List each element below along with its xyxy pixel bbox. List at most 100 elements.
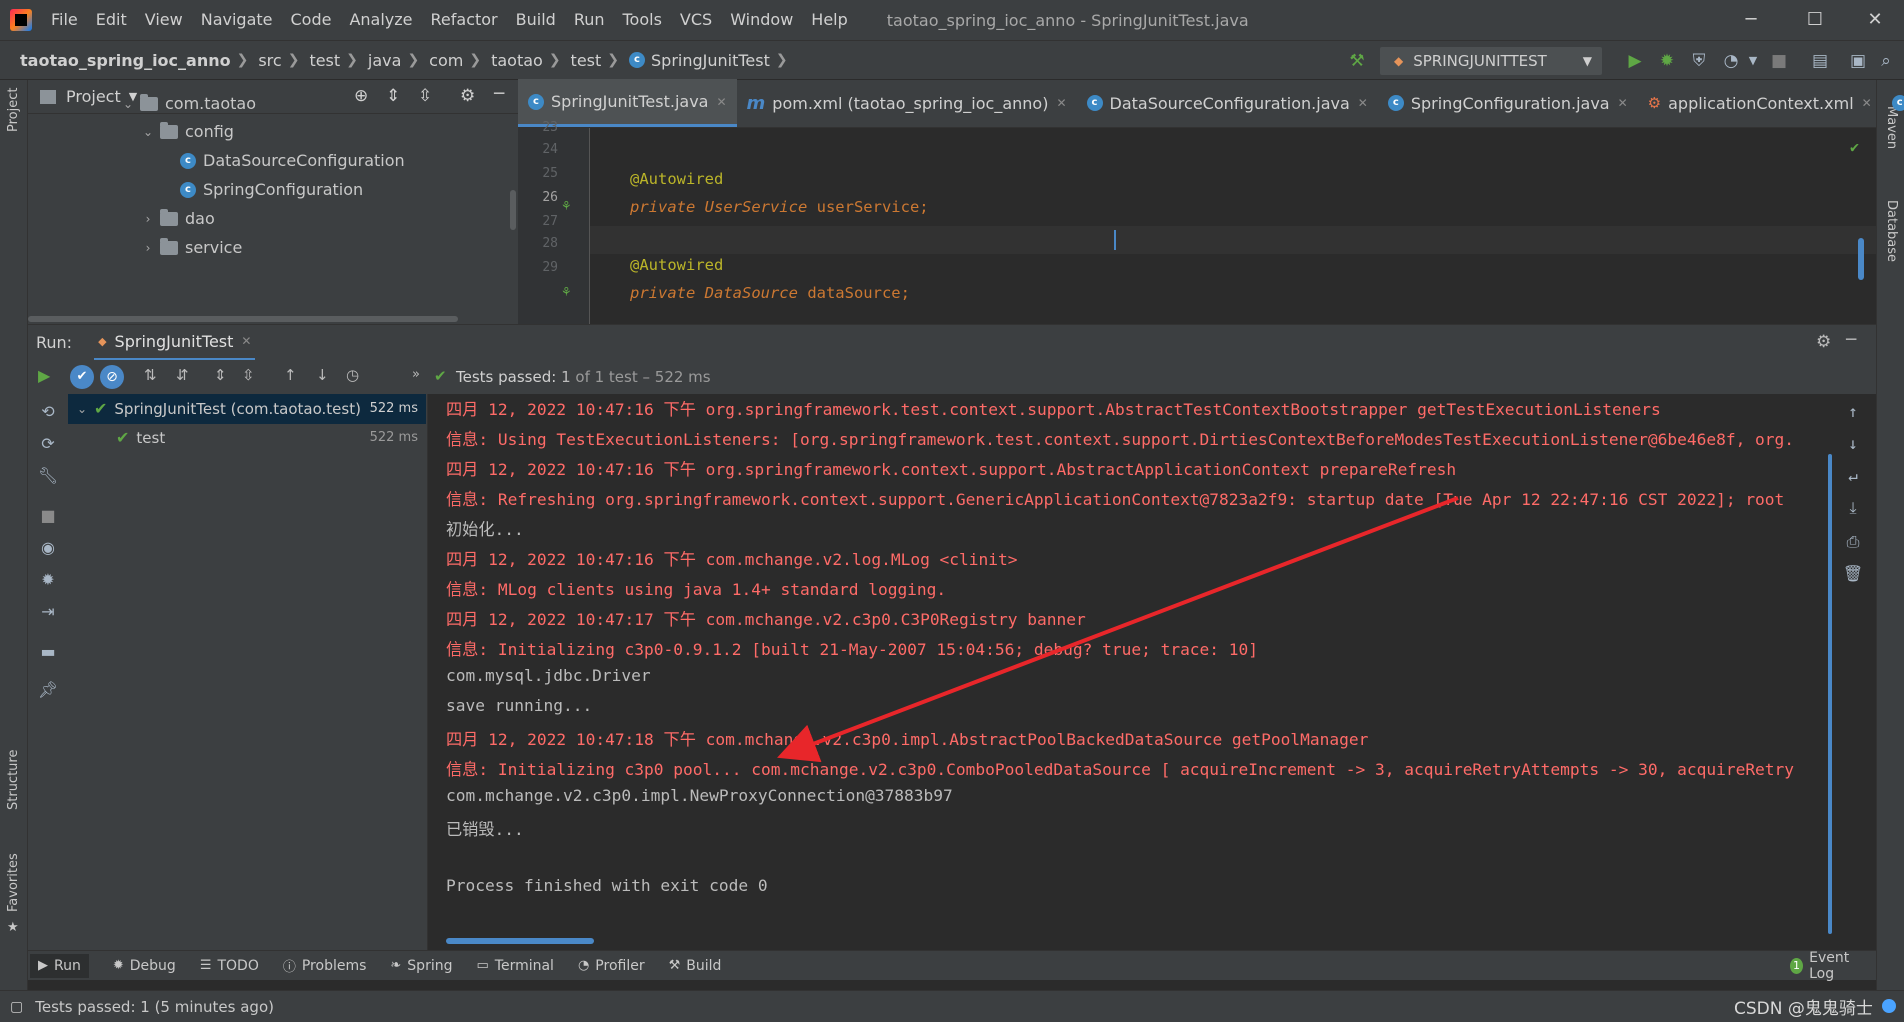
test-suite-row[interactable]: ⌄ ✔ SpringJunitTest (com.taotao.test) 52… — [74, 395, 424, 423]
editor-scrollbar[interactable] — [1858, 238, 1864, 280]
chevron-down-icon[interactable]: ⌄ — [120, 90, 136, 118]
tree-item-dao[interactable]: › dao — [140, 205, 215, 233]
menu-file[interactable]: File — [42, 0, 87, 40]
build-hammer-icon[interactable]: ⚒ — [1345, 49, 1369, 73]
chevron-right-icon[interactable]: › — [140, 205, 156, 233]
rerun-icon[interactable]: ▶ — [38, 366, 50, 385]
tree-item-springconfiguration[interactable]: c SpringConfiguration — [180, 176, 363, 204]
toggle-tool-windows-icon[interactable]: ▢ — [10, 999, 23, 1015]
tool-tab-problems[interactable]: ⓘ Problems — [283, 956, 367, 976]
editor-tab-pom-xml[interactable]: m pom.xml (taotao_spring_ioc_anno) ✕ — [737, 79, 1077, 127]
menu-refactor[interactable]: Refactor — [422, 0, 507, 40]
collapse-all-icon[interactable]: ⇳ — [242, 366, 255, 384]
hide-panel-icon[interactable]: ─ — [494, 84, 504, 104]
stop-icon[interactable]: ■ — [37, 506, 59, 528]
pin-icon[interactable]: 📌︎ — [37, 680, 59, 702]
menu-analyze[interactable]: Analyze — [340, 0, 421, 40]
test-case-row[interactable]: ✔ test 522 ms — [116, 424, 424, 452]
close-tab-icon[interactable]: ✕ — [1358, 96, 1368, 110]
run-icon[interactable]: ▶ — [1623, 49, 1647, 73]
profile-icon[interactable]: ◔ — [1719, 49, 1743, 73]
maximize-icon[interactable]: ☐ — [1788, 0, 1842, 40]
sort-by-duration-icon[interactable]: ⇵ — [176, 366, 189, 384]
bean-gutter-icon[interactable]: ⚘ — [562, 284, 570, 300]
layout-icon[interactable]: ▬ — [37, 642, 59, 664]
database-tool-button[interactable]: Database — [1884, 200, 1899, 262]
debug-icon[interactable]: ✹ — [1655, 49, 1679, 73]
inspection-ok-icon[interactable]: ✔ — [1850, 138, 1859, 156]
close-tab-icon[interactable]: ✕ — [241, 334, 251, 348]
bean-gutter-icon[interactable]: ⚘ — [562, 198, 570, 214]
previous-failed-icon[interactable]: ↑ — [284, 366, 297, 384]
rerun-failed-icon[interactable]: ⟲ — [37, 402, 59, 424]
gear-icon[interactable]: ⚙ — [460, 86, 475, 106]
toggle-auto-test-icon[interactable]: ⟳ — [37, 434, 59, 456]
expand-all-icon[interactable]: ⇕ — [214, 366, 227, 384]
tree-item-com-taotao[interactable]: ⌄ com.taotao — [120, 90, 256, 118]
intellij-logo-icon[interactable] — [10, 9, 32, 31]
editor-tab-overflow[interactable]: cD⌄ — [1882, 79, 1904, 127]
tree-item-config[interactable]: ⌄ config — [140, 118, 234, 146]
editor-tab-datasourceconfiguration[interactable]: c DataSourceConfiguration.java ✕ — [1077, 79, 1378, 127]
close-tab-icon[interactable]: ✕ — [1618, 96, 1628, 110]
menu-help[interactable]: Help — [802, 0, 856, 40]
structure-tool-button[interactable]: Structure — [6, 750, 21, 810]
minimize-icon[interactable]: ─ — [1724, 0, 1778, 40]
show-passed-icon[interactable]: ✔ — [70, 365, 94, 389]
breadcrumb-java[interactable]: java — [368, 51, 402, 70]
debug-icon[interactable]: ✹ — [37, 570, 59, 592]
breadcrumb-src[interactable]: src — [258, 51, 281, 70]
more-run-options-icon[interactable]: ▼ — [1741, 49, 1765, 73]
breadcrumb-taotao[interactable]: taotao — [491, 51, 543, 70]
chevron-right-icon[interactable]: › — [140, 234, 156, 262]
breadcrumb-test-pkg[interactable]: test — [571, 51, 602, 70]
search-icon[interactable]: ⌕ — [1874, 49, 1898, 73]
test-history-icon[interactable]: ◷ — [346, 366, 359, 384]
chevron-down-icon[interactable]: ⌄ — [74, 395, 90, 423]
tool-tab-debug[interactable]: ✹ Debug — [113, 958, 176, 974]
editor-tab-springconfiguration[interactable]: c SpringConfiguration.java ✕ — [1378, 79, 1638, 127]
show-ignored-icon[interactable]: ⊘ — [100, 365, 124, 389]
menu-edit[interactable]: Edit — [87, 0, 136, 40]
event-log-button[interactable]: 1 Event Log — [1790, 950, 1866, 982]
horizontal-scrollbar[interactable] — [28, 316, 458, 322]
menu-run[interactable]: Run — [565, 0, 614, 40]
breadcrumb-test[interactable]: test — [309, 51, 340, 70]
tool-tab-run[interactable]: ▶ Run — [30, 953, 89, 978]
expand-all-icon[interactable]: ⇕ — [386, 86, 400, 106]
status-message[interactable]: Tests passed: 1 (5 minutes ago) — [35, 998, 274, 1016]
console-output[interactable]: 四月 12, 2022 10:47:16 下午 org.springframew… — [428, 394, 1876, 950]
menu-build[interactable]: Build — [507, 0, 565, 40]
tree-item-datasourceconfiguration[interactable]: c DataSourceConfiguration — [180, 147, 405, 175]
menu-tools[interactable]: Tools — [614, 0, 671, 40]
hide-panel-icon[interactable]: ─ — [1846, 330, 1856, 350]
breadcrumb-com[interactable]: com — [429, 51, 463, 70]
favorites-tool-button[interactable]: Favorites — [6, 853, 21, 912]
tree-item-service[interactable]: › service — [140, 234, 242, 262]
project-structure-icon[interactable]: ▤ — [1808, 49, 1832, 73]
camera-icon[interactable]: ◉ — [37, 538, 59, 560]
project-tool-button[interactable]: Project — [6, 88, 21, 132]
stop-icon[interactable]: ■ — [1767, 49, 1791, 73]
tool-tab-profiler[interactable]: ◔ Profiler — [578, 958, 645, 974]
more-icon[interactable]: » — [412, 367, 420, 382]
code-editor[interactable]: 23 24 25 26 27 28 29 ⚘ ⚘ @Autowired priv… — [518, 120, 1876, 324]
close-icon[interactable]: ✕ — [1848, 0, 1902, 40]
close-tab-icon[interactable]: ✕ — [716, 95, 726, 109]
sort-alphabetically-icon[interactable]: ⇅ — [144, 366, 157, 384]
tool-tab-spring[interactable]: ❧ Spring — [390, 958, 452, 974]
tool-tab-build[interactable]: ⚒ Build — [669, 958, 722, 974]
gear-icon[interactable]: ⚙ — [1816, 332, 1831, 352]
menu-code[interactable]: Code — [282, 0, 341, 40]
vertical-scrollbar[interactable] — [510, 190, 516, 230]
run-configuration-selector[interactable]: ◆ SPRINGJUNITTEST ▼ — [1380, 47, 1602, 75]
wrench-icon[interactable]: 🔧︎ — [37, 466, 59, 488]
coverage-icon[interactable]: ⛨ — [1687, 49, 1711, 73]
collapse-all-icon[interactable]: ⇳ — [418, 86, 432, 106]
tool-tab-terminal[interactable]: ▭ Terminal — [476, 958, 553, 974]
menu-navigate[interactable]: Navigate — [192, 0, 282, 40]
menu-window[interactable]: Window — [721, 0, 802, 40]
breadcrumb-project[interactable]: taotao_spring_ioc_anno — [20, 51, 231, 70]
tool-tab-todo[interactable]: ☰ TODO — [200, 958, 259, 974]
chevron-down-icon[interactable]: ⌄ — [140, 118, 156, 146]
